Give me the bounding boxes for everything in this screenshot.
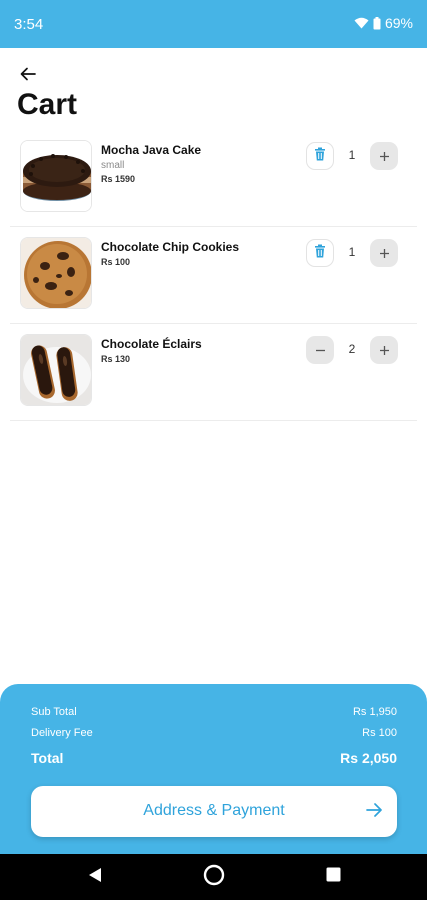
- item-variant: small: [101, 160, 125, 171]
- battery-icon: [373, 16, 381, 30]
- triangle-back-icon: [88, 867, 102, 888]
- minus-icon: [315, 340, 326, 361]
- address-payment-button[interactable]: Address & Payment: [31, 786, 397, 837]
- subtotal-label: Sub Total: [31, 706, 77, 718]
- cart-item: Chocolate Éclairs Rs 130 2: [10, 324, 417, 421]
- circle-home-icon: [203, 864, 225, 891]
- item-name: Mocha Java Cake: [101, 143, 202, 157]
- delivery-fee-label: Delivery Fee: [31, 727, 93, 739]
- cart-list: Mocha Java Cake small Rs 1590 1 Chocolat…: [10, 130, 417, 421]
- trash-icon: [314, 147, 326, 166]
- total-label: Total: [31, 750, 64, 766]
- remove-item-button[interactable]: [306, 239, 334, 267]
- item-price: Rs 100: [101, 257, 131, 267]
- square-recents-icon: [326, 867, 341, 887]
- quantity-stepper: 1: [306, 142, 398, 170]
- wifi-icon: [354, 17, 369, 29]
- plus-icon: [379, 243, 390, 264]
- quantity-value: 2: [348, 342, 356, 356]
- item-info: Chocolate Éclairs Rs 130: [101, 337, 301, 364]
- order-summary-panel: Sub Total Rs 1,950 Delivery Fee Rs 100 T…: [0, 684, 427, 854]
- item-price: Rs 130: [101, 354, 131, 364]
- nav-recents-button[interactable]: [321, 865, 345, 889]
- subtotal-row: Sub Total Rs 1,950: [31, 706, 397, 718]
- increase-quantity-button[interactable]: [370, 239, 398, 267]
- arrow-right-icon: [366, 802, 383, 823]
- decrease-quantity-button[interactable]: [306, 336, 334, 364]
- total-value: Rs 2,050: [340, 750, 397, 766]
- battery-percent: 69%: [384, 15, 413, 31]
- status-time: 3:54: [14, 16, 44, 33]
- subtotal-value: Rs 1,950: [352, 706, 397, 718]
- address-payment-label: Address & Payment: [143, 802, 285, 819]
- item-name: Chocolate Chip Cookies: [101, 240, 240, 254]
- plus-icon: [379, 146, 390, 167]
- item-info: Chocolate Chip Cookies Rs 100: [101, 240, 301, 267]
- cart-item: Chocolate Chip Cookies Rs 100 1: [10, 227, 417, 324]
- chocolate-eclairs-image: [20, 334, 92, 406]
- status-icons: 69%: [354, 15, 413, 31]
- increase-quantity-button[interactable]: [370, 142, 398, 170]
- nav-back-button[interactable]: [83, 865, 107, 889]
- delivery-fee-value: Rs 100: [362, 727, 397, 739]
- remove-item-button[interactable]: [306, 142, 334, 170]
- item-name: Chocolate Éclairs: [101, 337, 202, 351]
- quantity-stepper: 2: [306, 336, 398, 364]
- delivery-fee-row: Delivery Fee Rs 100: [31, 727, 397, 739]
- nav-home-button[interactable]: [202, 864, 226, 891]
- cart-item: Mocha Java Cake small Rs 1590 1: [10, 130, 417, 227]
- arrow-left-icon: [20, 67, 36, 86]
- chocolate-chip-cookies-image: [20, 237, 92, 309]
- quantity-value: 1: [348, 245, 356, 259]
- item-info: Mocha Java Cake small Rs 1590: [101, 143, 301, 184]
- status-bar: 3:54 69%: [0, 0, 427, 48]
- plus-icon: [379, 340, 390, 361]
- item-price: Rs 1590: [101, 174, 136, 184]
- page-title: Cart: [17, 88, 78, 121]
- mocha-java-cake-image: [20, 140, 92, 212]
- total-row: Total Rs 2,050: [31, 750, 397, 766]
- quantity-stepper: 1: [306, 239, 398, 267]
- back-button[interactable]: [14, 62, 42, 90]
- increase-quantity-button[interactable]: [370, 336, 398, 364]
- quantity-value: 1: [348, 148, 356, 162]
- trash-icon: [314, 244, 326, 263]
- system-navigation-bar: [0, 854, 427, 900]
